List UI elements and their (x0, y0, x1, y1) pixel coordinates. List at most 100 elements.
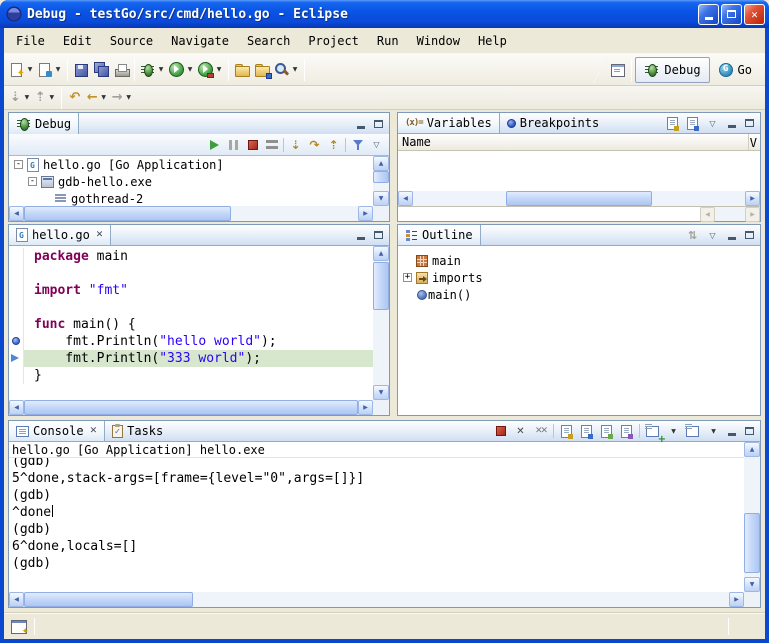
terminate-button[interactable] (243, 135, 262, 154)
tree-row[interactable]: -gdb-hello.exe (9, 173, 373, 190)
scroll-up-icon[interactable]: ▲ (744, 442, 760, 457)
scroll-right-icon[interactable]: ▶ (745, 191, 760, 206)
tab-console[interactable]: Console ✕ (9, 421, 105, 441)
scroll-lock-button[interactable] (577, 422, 596, 441)
maximize-view-icon[interactable] (741, 227, 758, 244)
save-button[interactable] (71, 57, 91, 83)
display-console-button[interactable]: + (643, 422, 662, 441)
code-text[interactable] (24, 265, 373, 282)
editor-ruler-cell[interactable] (9, 299, 24, 316)
dropdown-icon[interactable]: ▼ (54, 66, 62, 73)
back-button[interactable]: ←▼ (85, 88, 110, 108)
scroll-down-icon[interactable]: ▼ (373, 191, 389, 206)
tree-expander-icon[interactable]: - (28, 177, 37, 186)
console-vscrollbar[interactable]: ▲ ▼ (744, 442, 760, 592)
maximize-view-icon[interactable] (370, 115, 387, 132)
close-tab-icon[interactable]: ✕ (90, 426, 98, 436)
debug-vscrollbar[interactable]: ▲ ▼ (373, 156, 389, 206)
scroll-right-icon[interactable]: ▶ (745, 207, 760, 222)
menu-search[interactable]: Search (238, 30, 299, 52)
menu-help[interactable]: Help (469, 30, 516, 52)
next-annotation-button[interactable]: ⇣▼ (8, 88, 33, 108)
open-console-button[interactable] (683, 422, 702, 441)
editor-ruler-cell[interactable] (9, 367, 24, 384)
sort-button[interactable]: ⇅ (683, 226, 702, 245)
dropdown-icon[interactable]: ▼ (186, 66, 194, 73)
close-button[interactable]: ✕ (744, 4, 765, 25)
tree-expander-icon[interactable]: - (14, 160, 23, 169)
tree-row[interactable]: +imports (398, 269, 760, 286)
show-type-names-button[interactable] (663, 114, 682, 133)
new-go-element-button[interactable]: ▼ (36, 57, 64, 83)
variables-view-menu[interactable]: ▽ (703, 114, 722, 133)
suspend-button[interactable] (224, 135, 243, 154)
scrollbar-thumb[interactable] (373, 171, 389, 183)
scroll-left-icon[interactable]: ◀ (9, 206, 24, 221)
menu-edit[interactable]: Edit (54, 30, 101, 52)
tree-row[interactable]: -hello.go [Go Application] (9, 156, 373, 173)
editor-hscrollbar[interactable]: ◀ ▶ (9, 400, 373, 415)
step-filters-button[interactable] (348, 135, 367, 154)
variables-detail-pane[interactable]: ◀ ▶ (398, 206, 760, 221)
dropdown-icon[interactable]: ▼ (48, 94, 56, 101)
scroll-left-icon[interactable]: ◀ (9, 592, 24, 607)
editor-ruler-cell[interactable] (9, 265, 24, 282)
scrollbar-thumb[interactable] (24, 592, 193, 607)
titlebar[interactable]: Debug - testGo/src/cmd/hello.go - Eclips… (0, 0, 769, 28)
last-edit-location-button[interactable]: ↶ (65, 88, 85, 108)
code-text[interactable]: func main() { (24, 316, 373, 333)
variables-hscrollbar[interactable]: ◀ ▶ (398, 191, 760, 206)
tab-editor-hello-go[interactable]: hello.go ✕ (9, 225, 111, 245)
maximize-view-icon[interactable] (741, 115, 758, 132)
menu-window[interactable]: Window (408, 30, 469, 52)
step-over-button[interactable]: ↷ (305, 135, 324, 154)
scroll-left-icon[interactable]: ◀ (700, 207, 715, 222)
print-button[interactable] (111, 57, 131, 83)
scroll-left-icon[interactable]: ◀ (9, 400, 24, 415)
step-into-button[interactable]: ⇣ (286, 135, 305, 154)
disconnect-button[interactable] (262, 135, 281, 154)
scrollbar-thumb[interactable] (24, 206, 231, 221)
pin-console-button[interactable] (617, 422, 636, 441)
minimize-button[interactable] (698, 4, 719, 25)
dropdown-icon[interactable]: ▼ (125, 94, 133, 101)
tree-expander-icon[interactable]: + (403, 273, 412, 282)
scroll-up-icon[interactable]: ▲ (373, 156, 389, 171)
dropdown-icon[interactable]: ▼ (291, 66, 299, 73)
fast-view-button[interactable] (9, 618, 29, 636)
editor-ruler-cell[interactable] (9, 282, 24, 299)
scrollbar-thumb[interactable] (506, 191, 652, 206)
scroll-down-icon[interactable]: ▼ (744, 577, 760, 592)
menu-run[interactable]: Run (368, 30, 408, 52)
tree-row[interactable]: gothread-2 (9, 190, 373, 206)
forward-button[interactable]: →▼ (110, 88, 135, 108)
collapse-all-button[interactable] (683, 114, 702, 133)
variables-column-header[interactable]: Name V (398, 134, 760, 151)
editor-ruler-cell[interactable] (9, 350, 24, 367)
resume-button[interactable] (205, 135, 224, 154)
minimize-view-icon[interactable] (723, 423, 740, 440)
search-button[interactable]: ▼ (272, 57, 301, 83)
scroll-right-icon[interactable]: ▶ (358, 400, 373, 415)
dropdown-icon[interactable]: ▼ (215, 66, 223, 73)
maximize-view-icon[interactable] (741, 423, 758, 440)
dropdown-icon[interactable]: ▼ (157, 66, 165, 73)
display-console-dropdown[interactable]: ▼ (663, 422, 682, 441)
editor-ruler-cell[interactable] (9, 316, 24, 333)
code-text[interactable] (24, 299, 373, 316)
open-resource-button[interactable] (252, 57, 272, 83)
debug-hscrollbar[interactable]: ◀ ▶ (9, 206, 373, 221)
minimize-view-icon[interactable] (723, 115, 740, 132)
remove-all-launches-button[interactable]: ✕✕ (531, 422, 550, 441)
code-text[interactable]: fmt.Println("333 world"); (24, 350, 373, 367)
tab-variables[interactable]: (x)= Variables (398, 113, 500, 133)
tab-outline[interactable]: Outline (398, 225, 481, 245)
detail-hscrollbar[interactable]: ◀ ▶ (700, 207, 760, 221)
code-text[interactable]: import "fmt" (24, 282, 373, 299)
console-output[interactable]: (gdb) 5^done,stack-args=[frame={level="0… (9, 458, 744, 592)
scroll-right-icon[interactable]: ▶ (358, 206, 373, 221)
dropdown-icon[interactable]: ▼ (100, 94, 108, 101)
outline-view-menu[interactable]: ▽ (703, 226, 722, 245)
debug-launch-button[interactable]: ▼ (138, 57, 167, 83)
scrollbar-thumb[interactable] (24, 400, 358, 415)
